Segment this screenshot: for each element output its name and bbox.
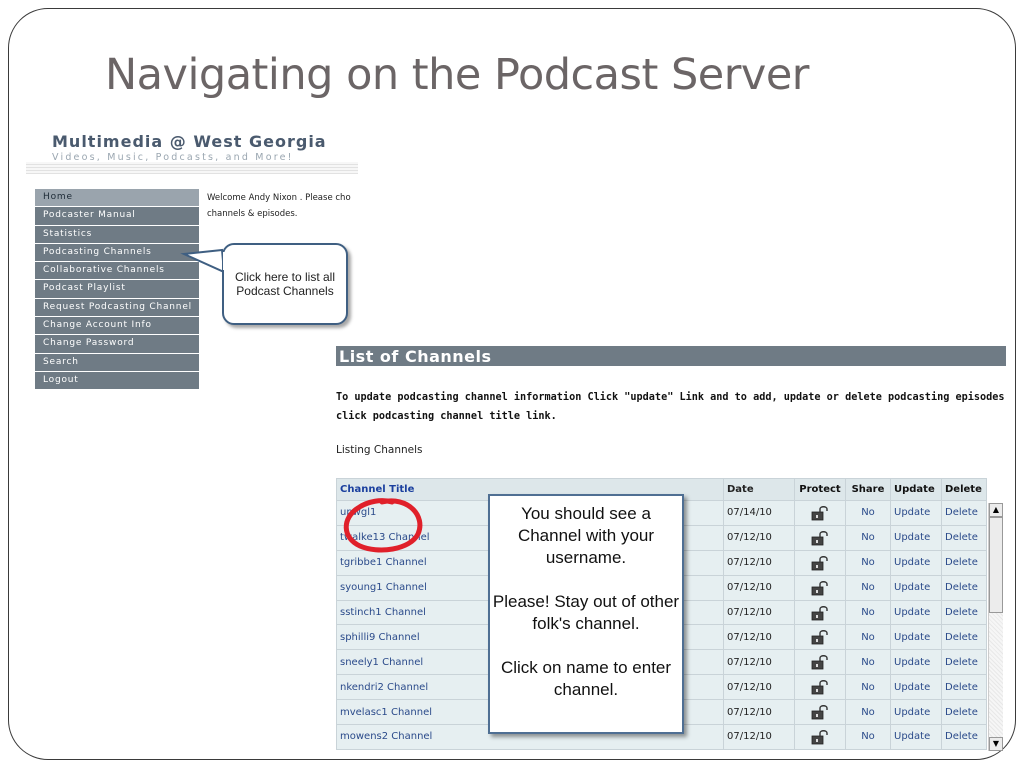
nav-item-statistics[interactable]: Statistics [35, 225, 199, 243]
table-scrollbar[interactable]: ▲ ▼ [988, 503, 1003, 751]
delete-link[interactable]: Delete [941, 574, 987, 601]
header-delete: Delete [941, 478, 987, 501]
channel-date: 07/12/10 [723, 574, 795, 601]
callout-channel-line-3: Click on name to enter channel. [500, 658, 672, 699]
list-of-channels-header: List of Channels [336, 346, 1006, 366]
update-link[interactable]: Update [890, 699, 942, 726]
channel-date: 07/12/10 [723, 624, 795, 651]
unlocked-padlock-icon[interactable] [811, 530, 829, 546]
channel-date: 07/12/10 [723, 599, 795, 626]
share-link[interactable]: No [845, 649, 891, 676]
share-link[interactable]: No [845, 574, 891, 601]
listing-channels-label: Listing Channels [336, 444, 423, 456]
delete-link[interactable]: Delete [941, 549, 987, 576]
nav-item-change-account-info[interactable]: Change Account Info [35, 317, 199, 335]
share-link[interactable]: No [845, 524, 891, 551]
welcome-line-1: Welcome Andy Nixon . Please cho [207, 193, 351, 203]
callout-channel-line-2: Please! Stay out of other folk's channel… [492, 592, 680, 633]
update-link[interactable]: Update [890, 524, 942, 551]
protect-cell[interactable] [794, 624, 846, 651]
channel-date: 07/12/10 [723, 649, 795, 676]
update-link[interactable]: Update [890, 599, 942, 626]
update-link[interactable]: Update [890, 574, 942, 601]
delete-link[interactable]: Delete [941, 674, 987, 701]
update-link[interactable]: Update [890, 500, 942, 526]
channel-date: 07/14/10 [723, 500, 795, 526]
share-link[interactable]: No [845, 500, 891, 526]
protect-cell[interactable] [794, 674, 846, 701]
nav-item-request-podcasting-channel[interactable]: Request Podcasting Channel [35, 298, 199, 317]
callout-pointer-mask [223, 252, 230, 270]
share-link[interactable]: No [845, 599, 891, 626]
unlocked-padlock-icon[interactable] [811, 605, 829, 620]
protect-cell[interactable] [794, 500, 846, 526]
nav-item-podcaster-manual[interactable]: Podcaster Manual [35, 207, 199, 225]
update-link[interactable]: Update [890, 549, 942, 576]
protect-cell[interactable] [794, 699, 846, 726]
banner-band [26, 162, 358, 174]
nav-item-collaborative-channels[interactable]: Collaborative Channels [35, 262, 199, 280]
update-link[interactable]: Update [890, 649, 942, 676]
site-banner: Multimedia @ West Georgia Videos, Music,… [26, 128, 358, 176]
scroll-thumb[interactable] [989, 517, 1003, 613]
nav-item-search[interactable]: Search [35, 353, 199, 371]
callout-click-here-text: Click here to list all Podcast Channels [234, 270, 336, 298]
nav-item-podcasting-channels[interactable]: Podcasting Channels [35, 243, 199, 262]
welcome-line-2: channels & episodes. [207, 209, 298, 219]
scroll-up-arrow-icon[interactable]: ▲ [989, 503, 1003, 517]
share-link[interactable]: No [845, 549, 891, 576]
red-circle-highlight [343, 498, 423, 553]
instructions-text: To update podcasting channel information… [336, 392, 1005, 422]
unlocked-padlock-icon[interactable] [811, 630, 829, 645]
protect-cell[interactable] [794, 549, 846, 576]
welcome-text: Welcome Andy Nixon . Please cho channels… [207, 190, 359, 222]
protect-cell[interactable] [794, 649, 846, 676]
unlocked-padlock-icon[interactable] [811, 555, 829, 571]
delete-link[interactable]: Delete [941, 599, 987, 626]
callout-channel-info: You should see a Channel with your usern… [488, 494, 684, 734]
update-link[interactable]: Update [890, 724, 942, 750]
side-nav: Home Podcaster Manual Statistics Podcast… [35, 189, 199, 390]
share-link[interactable]: No [845, 674, 891, 701]
protect-cell[interactable] [794, 574, 846, 601]
nav-item-podcast-playlist[interactable]: Podcast Playlist [35, 280, 199, 298]
callout-click-here: Click here to list all Podcast Channels [222, 243, 348, 325]
banner-title: Multimedia @ West Georgia [52, 132, 327, 151]
channel-date: 07/12/10 [723, 524, 795, 551]
channel-date: 07/12/10 [723, 549, 795, 576]
header-protect: Protect [794, 478, 846, 501]
header-update: Update [890, 478, 942, 501]
header-date[interactable]: Date [723, 478, 795, 501]
nav-item-logout[interactable]: Logout [35, 371, 199, 390]
header-share: Share [845, 478, 891, 501]
protect-cell[interactable] [794, 724, 846, 750]
delete-link[interactable]: Delete [941, 500, 987, 526]
unlocked-padlock-icon[interactable] [811, 705, 829, 720]
delete-link[interactable]: Delete [941, 724, 987, 750]
channel-date: 07/12/10 [723, 674, 795, 701]
delete-link[interactable]: Delete [941, 649, 987, 676]
share-link[interactable]: No [845, 724, 891, 750]
protect-cell[interactable] [794, 599, 846, 626]
scroll-down-arrow-icon[interactable]: ▼ [989, 737, 1003, 751]
unlocked-padlock-icon[interactable] [811, 680, 829, 695]
delete-link[interactable]: Delete [941, 699, 987, 726]
unlocked-padlock-icon[interactable] [811, 505, 829, 521]
slide-title: Navigating on the Podcast Server [105, 50, 809, 100]
unlocked-padlock-icon[interactable] [811, 730, 829, 745]
update-link[interactable]: Update [890, 674, 942, 701]
delete-link[interactable]: Delete [941, 524, 987, 551]
channel-date: 07/12/10 [723, 724, 795, 750]
protect-cell[interactable] [794, 524, 846, 551]
callout-channel-line-1: You should see a Channel with your usern… [517, 504, 655, 567]
nav-item-change-password[interactable]: Change Password [35, 335, 199, 353]
delete-link[interactable]: Delete [941, 624, 987, 651]
unlocked-padlock-icon[interactable] [811, 580, 829, 596]
update-link[interactable]: Update [890, 624, 942, 651]
nav-item-home[interactable]: Home [35, 189, 199, 207]
share-link[interactable]: No [845, 624, 891, 651]
share-link[interactable]: No [845, 699, 891, 726]
channel-date: 07/12/10 [723, 699, 795, 726]
unlocked-padlock-icon[interactable] [811, 655, 829, 670]
